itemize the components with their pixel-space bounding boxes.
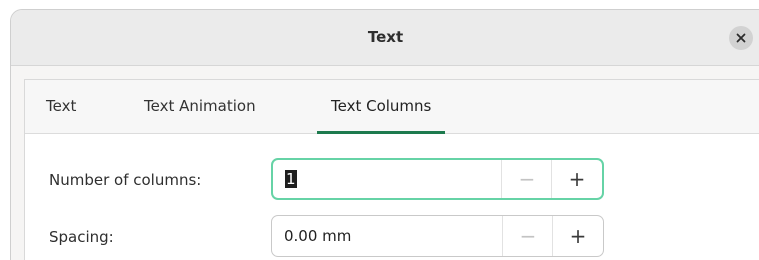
columns-label: Number of columns: xyxy=(49,171,202,189)
columns-value: 1 xyxy=(285,170,297,188)
close-icon xyxy=(736,33,746,43)
plus-icon: + xyxy=(569,224,587,248)
plus-icon: + xyxy=(568,167,586,191)
tab-panel: Text Text Animation Text Columns Number … xyxy=(24,79,759,260)
tab-text[interactable]: Text xyxy=(46,80,76,133)
tab-text-animation[interactable]: Text Animation xyxy=(144,80,256,133)
spacing-value: 0.00 mm xyxy=(284,227,352,245)
spacing-increment-button[interactable]: + xyxy=(552,216,603,256)
dialog-title: Text xyxy=(367,28,404,46)
tab-label: Text Animation xyxy=(144,97,256,115)
columns-decrement-button[interactable]: − xyxy=(501,160,552,198)
spacing-label: Spacing: xyxy=(49,228,114,246)
minus-icon: − xyxy=(519,224,537,248)
tab-label: Text xyxy=(46,97,77,115)
columns-spinbutton[interactable]: 1 − + xyxy=(271,158,604,200)
close-button[interactable] xyxy=(729,26,753,50)
columns-input[interactable]: 1 xyxy=(285,160,297,198)
spacing-decrement-button[interactable]: − xyxy=(502,216,553,256)
minus-icon: − xyxy=(518,167,536,191)
spacing-input[interactable]: 0.00 mm xyxy=(284,216,351,256)
title-bar: Text xyxy=(11,10,759,66)
text-dialog: Text Text Text Animation Text Columns Nu… xyxy=(10,9,759,260)
tab-label: Text Columns xyxy=(331,97,432,115)
spacing-spinbutton[interactable]: 0.00 mm − + xyxy=(271,215,604,257)
columns-increment-button[interactable]: + xyxy=(551,160,602,198)
tab-bar: Text Text Animation Text Columns xyxy=(25,80,759,134)
tab-text-columns[interactable]: Text Columns xyxy=(317,80,446,134)
active-tab-indicator xyxy=(317,131,446,134)
